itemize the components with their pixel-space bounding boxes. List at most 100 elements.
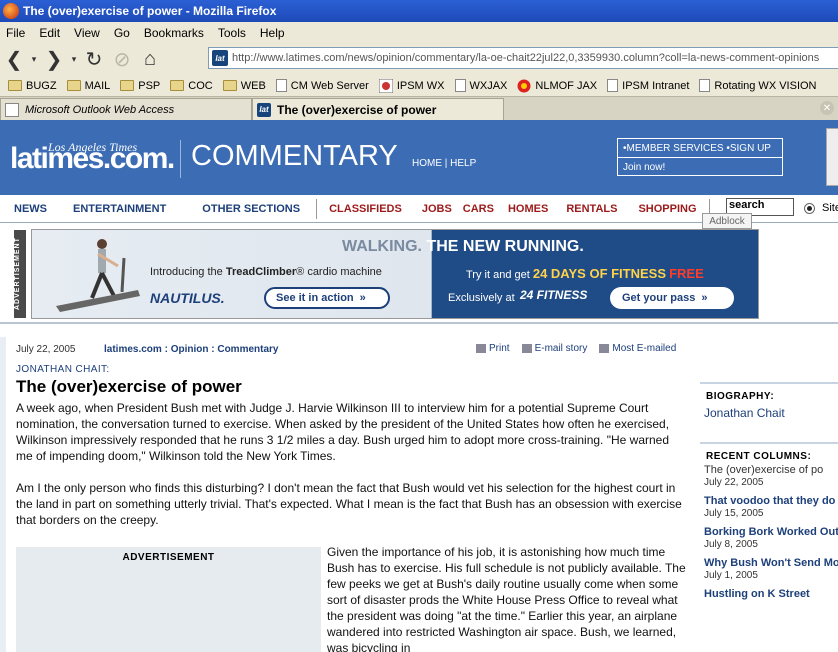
nav-other-sections[interactable]: OTHER SECTIONS bbox=[202, 203, 300, 215]
bookmarks-toolbar: BUGZ MAIL PSP COC WEB CM Web Server IPSM… bbox=[0, 75, 838, 96]
menu-edit[interactable]: Edit bbox=[32, 26, 67, 40]
nav-jobs[interactable]: JOBS bbox=[422, 203, 452, 215]
treadclimber-icon bbox=[56, 239, 140, 312]
folder-icon bbox=[170, 80, 185, 91]
banner-exclusively: Exclusively at bbox=[448, 292, 515, 304]
recent-column-item[interactable]: Borking Bork Worked Out July 8, 2005 bbox=[700, 526, 838, 550]
nav-rentals[interactable]: RENTALS bbox=[566, 203, 617, 215]
inline-ad-label: ADVERTISEMENT bbox=[122, 552, 215, 563]
tab-article[interactable]: lat The (over)exercise of power bbox=[252, 98, 504, 120]
breadcrumb[interactable]: latimes.com : Opinion : Commentary bbox=[104, 344, 278, 355]
bookmark-bugz[interactable]: BUGZ bbox=[8, 80, 57, 92]
article-paragraph: Am I the only person who finds this dist… bbox=[16, 481, 682, 527]
address-bar[interactable]: lat http://www.latimes.com/news/opinion/… bbox=[208, 47, 838, 69]
forward-arrow-icon[interactable]: ❯ bbox=[40, 46, 68, 72]
adblock-tab[interactable]: Adblock bbox=[702, 213, 752, 229]
nautilus-logo: NAUTILUS. bbox=[150, 290, 225, 306]
biography-heading: BIOGRAPHY: bbox=[706, 391, 775, 402]
top-ad-area: ADVERTISEMENT WALKING. THE NEW RUNNING. … bbox=[0, 224, 838, 324]
bookmark-rotating-wx-vision[interactable]: Rotating WX VISION bbox=[699, 79, 817, 92]
article-paragraph: Given the importance of his job, it is a… bbox=[327, 545, 686, 652]
recent-column-item[interactable]: That voodoo that they do July 15, 2005 bbox=[700, 495, 838, 519]
join-now-link[interactable]: Join now! bbox=[618, 158, 782, 176]
24-fitness-logo: 24 FITNESS bbox=[520, 288, 588, 302]
home-icon[interactable]: ⌂ bbox=[136, 46, 164, 72]
recent-columns-box: RECENT COLUMNS: The (over)exercise of po… bbox=[700, 442, 838, 600]
nav-cars[interactable]: CARS bbox=[463, 203, 494, 215]
page-icon bbox=[454, 79, 466, 92]
biography-link[interactable]: Jonathan Chait bbox=[700, 404, 838, 420]
get-your-pass-button[interactable]: Get your pass» bbox=[610, 287, 734, 309]
print-link[interactable]: Print bbox=[476, 343, 510, 354]
recent-column-item[interactable]: Hustling on K Street bbox=[700, 588, 838, 600]
stop-icon[interactable]: ⊘ bbox=[108, 46, 136, 72]
close-tab-icon[interactable]: ✕ bbox=[820, 101, 834, 115]
recent-column-item[interactable]: Why Bush Won't Send Mo July 1, 2005 bbox=[700, 557, 838, 581]
site-radio[interactable] bbox=[804, 203, 815, 214]
site-radio-label: Site bbox=[822, 202, 838, 214]
menu-bar: File Edit View Go Bookmarks Tools Help bbox=[0, 22, 838, 43]
bookmark-psp[interactable]: PSP bbox=[120, 80, 160, 92]
back-dropdown-icon[interactable]: ▾ bbox=[28, 46, 40, 72]
forward-dropdown-icon[interactable]: ▾ bbox=[68, 46, 80, 72]
menu-view[interactable]: View bbox=[67, 26, 107, 40]
folder-icon bbox=[222, 80, 237, 91]
bookmark-web[interactable]: WEB bbox=[222, 80, 266, 92]
inline-advertisement[interactable]: ADVERTISEMENT bbox=[16, 547, 321, 652]
tab-outlook[interactable]: Microsoft Outlook Web Access bbox=[0, 98, 252, 120]
nav-shopping[interactable]: SHOPPING bbox=[638, 203, 696, 215]
bookmark-wxjax[interactable]: WXJAX bbox=[454, 79, 507, 92]
article-date: July 22, 2005 bbox=[16, 344, 76, 355]
nav-homes[interactable]: HOMES bbox=[508, 203, 548, 215]
nautilus-banner-ad[interactable]: WALKING. THE NEW RUNNING. Introducing th… bbox=[31, 229, 759, 319]
menu-bookmarks[interactable]: Bookmarks bbox=[137, 26, 211, 40]
bookmark-cm-web-server[interactable]: CM Web Server bbox=[275, 79, 369, 92]
section-title: COMMENTARY bbox=[191, 140, 398, 172]
page-icon bbox=[607, 79, 619, 92]
folder-icon bbox=[120, 80, 135, 91]
bookmark-ipsm-intranet[interactable]: IPSM Intranet bbox=[607, 79, 689, 92]
nav-entertainment[interactable]: ENTERTAINMENT bbox=[73, 203, 166, 215]
banner-offer: Try it and get 24 DAYS OF FITNESS FREE bbox=[466, 266, 704, 281]
bookmark-mail[interactable]: MAIL bbox=[66, 80, 110, 92]
member-services-link[interactable]: •MEMBER SERVICES •SIGN UP bbox=[618, 139, 782, 158]
article-tools: Print E-mail story Most E-mailed bbox=[476, 343, 676, 354]
chevron-right-icon: » bbox=[701, 292, 708, 304]
see-it-in-action-button[interactable]: See it in action» bbox=[264, 287, 390, 309]
menu-tools[interactable]: Tools bbox=[211, 26, 253, 40]
bookmark-ipsm-wx[interactable]: IPSM WX bbox=[378, 78, 445, 93]
envelope-icon bbox=[599, 344, 610, 353]
title-bar: The (over)exercise of power - Mozilla Fi… bbox=[0, 0, 838, 22]
bookmark-nlmof-jax[interactable]: NLMOF JAX bbox=[517, 79, 597, 93]
most-emailed-link[interactable]: Most E-mailed bbox=[599, 343, 676, 354]
folder-icon bbox=[8, 80, 22, 91]
header-thumbnail bbox=[826, 128, 838, 186]
biography-box: BIOGRAPHY: Jonathan Chait bbox=[700, 382, 838, 420]
tab-bar: Microsoft Outlook Web Access lat The (ov… bbox=[0, 96, 838, 120]
page-icon bbox=[699, 79, 711, 92]
bookmark-coc[interactable]: COC bbox=[170, 80, 213, 92]
article-paragraph: A week ago, when President Bush met with… bbox=[16, 401, 670, 463]
menu-go[interactable]: Go bbox=[107, 26, 137, 40]
site-logo[interactable]: latimes.com. bbox=[10, 142, 175, 176]
back-arrow-icon[interactable]: ❮ bbox=[0, 46, 28, 72]
reload-icon[interactable]: ↻ bbox=[80, 46, 108, 72]
header-divider bbox=[180, 140, 181, 178]
nav-news[interactable]: NEWS bbox=[14, 203, 47, 215]
firefox-icon bbox=[3, 3, 19, 19]
nav-divider bbox=[316, 198, 318, 219]
email-story-link[interactable]: E-mail story bbox=[521, 343, 587, 354]
envelope-icon bbox=[521, 344, 532, 353]
author-kicker: JONATHAN CHAIT: bbox=[16, 364, 110, 375]
page-icon bbox=[275, 79, 287, 92]
weather-site-icon bbox=[378, 78, 393, 93]
advertisement-label: ADVERTISEMENT bbox=[14, 230, 26, 318]
menu-help[interactable]: Help bbox=[253, 26, 292, 40]
url-text: http://www.latimes.com/news/opinion/comm… bbox=[232, 52, 820, 64]
menu-file[interactable]: File bbox=[0, 26, 32, 40]
printer-icon bbox=[476, 344, 486, 353]
recent-column-item[interactable]: The (over)exercise of po July 22, 2005 bbox=[700, 464, 838, 488]
navigation-toolbar: ❮ ▾ ❯ ▾ ↻ ⊘ ⌂ lat http://www.latimes.com… bbox=[0, 43, 838, 75]
header-links[interactable]: HOME | HELP bbox=[412, 158, 476, 169]
nav-classifieds[interactable]: CLASSIFIEDS bbox=[329, 203, 402, 215]
